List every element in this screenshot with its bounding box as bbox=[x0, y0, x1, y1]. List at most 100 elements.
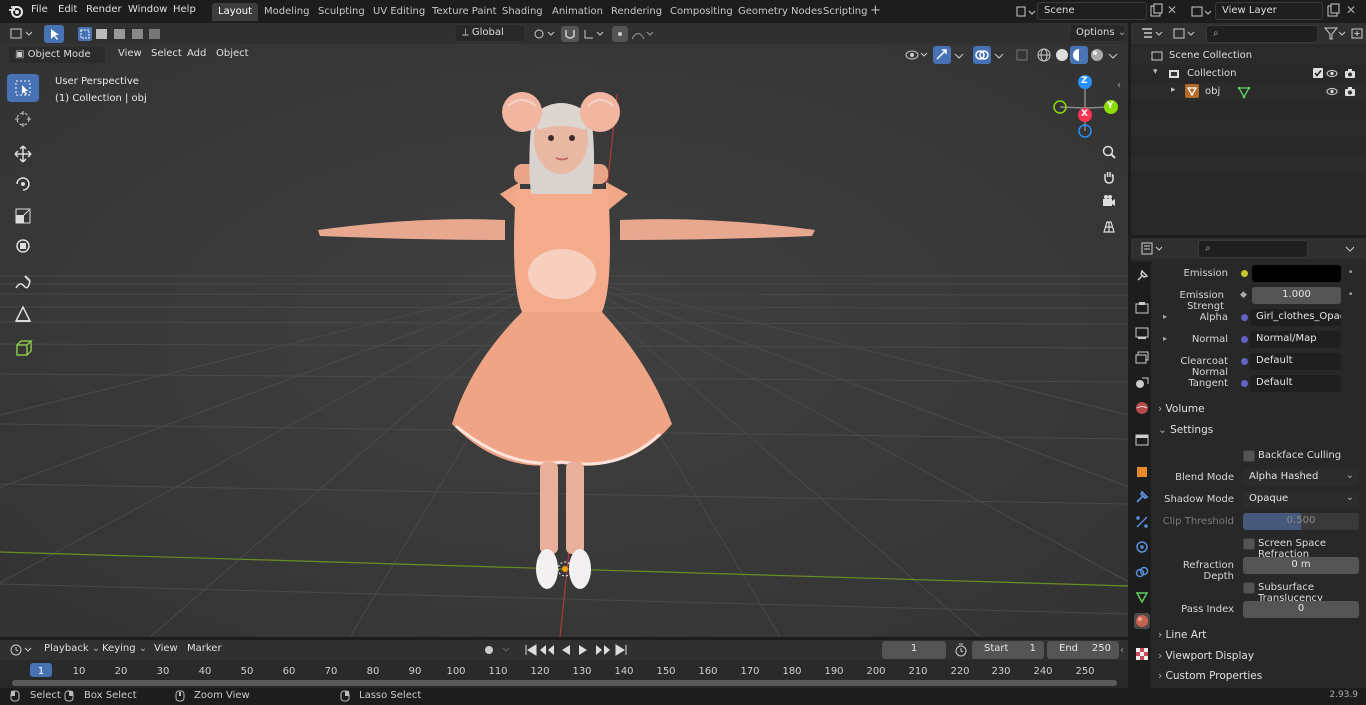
snap-toggle-icon[interactable] bbox=[561, 26, 579, 42]
tab-texture-icon[interactable] bbox=[1134, 646, 1150, 662]
annotate-tool-icon[interactable] bbox=[7, 269, 39, 297]
gizmo-dropdown-icon[interactable] bbox=[952, 46, 966, 64]
add-cube-tool-icon[interactable] bbox=[7, 335, 39, 363]
settings-section-header[interactable]: ⌄ Settings bbox=[1152, 421, 1364, 441]
tab-data-icon[interactable] bbox=[1134, 589, 1150, 605]
emission-color-swatch[interactable] bbox=[1252, 265, 1341, 282]
outliner-editor-type-icon[interactable] bbox=[1139, 25, 1165, 42]
projection-toggle-icon[interactable] bbox=[1097, 216, 1121, 238]
3d-viewport[interactable] bbox=[0, 44, 1128, 637]
backface-culling-checkbox[interactable] bbox=[1243, 450, 1255, 462]
collection-expand-icon[interactable]: ▾ bbox=[1153, 67, 1158, 77]
blend-mode-dropdown[interactable]: Alpha Hashed ⌄ bbox=[1243, 469, 1359, 486]
delete-scene-icon[interactable]: ✕ bbox=[1167, 3, 1181, 19]
gizmo-toggle-icon[interactable] bbox=[933, 46, 951, 64]
tab-shading[interactable]: Shading bbox=[496, 3, 549, 21]
tab-sculpting[interactable]: Sculpting bbox=[312, 3, 371, 21]
selection-mode-icons[interactable] bbox=[76, 25, 164, 43]
timeline-scrollbar[interactable] bbox=[12, 680, 1117, 686]
tweak-tool-icon[interactable] bbox=[7, 74, 39, 102]
blender-logo-icon[interactable] bbox=[8, 4, 24, 19]
cursor-tool-icon[interactable] bbox=[7, 105, 39, 133]
timeline-menu-keying[interactable]: Keying ⌄ bbox=[96, 641, 153, 659]
tab-object-icon[interactable] bbox=[1134, 464, 1150, 480]
tab-particles-icon[interactable] bbox=[1134, 514, 1150, 530]
tab-physics-icon[interactable] bbox=[1134, 539, 1150, 555]
tab-layout[interactable]: Layout bbox=[212, 3, 258, 21]
viewport-menu-object[interactable]: Object bbox=[210, 46, 255, 64]
tab-scripting[interactable]: Scripting bbox=[817, 3, 873, 21]
properties-search-input[interactable]: ⌕ bbox=[1198, 240, 1308, 258]
measure-tool-icon[interactable] bbox=[7, 300, 39, 328]
viewport-menu-add[interactable]: Add bbox=[181, 46, 212, 64]
transform-orientation-dropdown[interactable]: ⟂ Global bbox=[455, 24, 525, 42]
pivot-point-icon[interactable] bbox=[530, 26, 558, 42]
properties-editor-type-icon[interactable] bbox=[1139, 240, 1165, 257]
rotate-tool-icon[interactable] bbox=[7, 170, 39, 198]
properties-options-dropdown-icon[interactable] bbox=[1341, 240, 1359, 257]
emission-strength-field[interactable]: 1.000 bbox=[1252, 287, 1341, 304]
sidebar-toggle-icon[interactable]: ‹ bbox=[1117, 80, 1121, 91]
zoom-icon[interactable] bbox=[1097, 141, 1121, 163]
timeline-editor-type-icon[interactable] bbox=[7, 641, 35, 659]
wireframe-shading-icon[interactable] bbox=[1035, 46, 1053, 64]
overlays-toggle-icon[interactable] bbox=[973, 46, 991, 64]
pan-hand-icon[interactable] bbox=[1097, 166, 1121, 188]
navigation-gizmo[interactable]: Z Y X bbox=[1048, 72, 1120, 140]
tab-constraints-icon[interactable] bbox=[1134, 564, 1150, 580]
tab-rendering[interactable]: Rendering bbox=[605, 3, 668, 21]
subsurface-translucency-checkbox[interactable] bbox=[1243, 582, 1255, 594]
obj-render-camera-icon[interactable] bbox=[1344, 86, 1356, 97]
scene-name-field[interactable]: Scene bbox=[1037, 2, 1147, 20]
view-layer-field[interactable]: View Layer bbox=[1215, 2, 1323, 20]
outliner-search-input[interactable]: ⌕ bbox=[1206, 25, 1318, 43]
rendered-shading-icon[interactable] bbox=[1088, 46, 1106, 64]
tangent-field[interactable]: Default bbox=[1250, 375, 1341, 392]
line-art-section-header[interactable]: › Line Art bbox=[1152, 626, 1364, 646]
options-dropdown[interactable]: Options ⌄ bbox=[1069, 24, 1126, 42]
filter-icon[interactable] bbox=[1322, 25, 1348, 42]
display-mode-icon[interactable] bbox=[1171, 25, 1197, 42]
normal-link-field[interactable]: Normal/Map bbox=[1250, 331, 1341, 348]
collection-render-camera-icon[interactable] bbox=[1344, 68, 1356, 79]
tab-view-layer-icon[interactable] bbox=[1134, 350, 1150, 366]
clearcoat-normal-field[interactable]: Default bbox=[1250, 353, 1341, 370]
custom-properties-section-header[interactable]: › Custom Properties bbox=[1152, 667, 1364, 687]
proportional-edit-icon[interactable] bbox=[612, 26, 628, 42]
overlays-dropdown-icon[interactable] bbox=[992, 46, 1006, 64]
mesh-data-icon[interactable] bbox=[1237, 85, 1251, 99]
timeline-menu-view[interactable]: View bbox=[148, 641, 184, 659]
volume-section-header[interactable]: › Volume bbox=[1152, 400, 1364, 420]
xray-toggle-icon[interactable] bbox=[1013, 46, 1031, 64]
obj-expand-icon[interactable]: ▸ bbox=[1171, 85, 1176, 95]
outliner-row-scene-collection[interactable]: Scene Collection bbox=[1131, 47, 1366, 65]
normal-expand-icon[interactable]: ▸ bbox=[1163, 334, 1167, 343]
tab-tool-icon[interactable] bbox=[1134, 268, 1150, 284]
new-view-layer-icon[interactable] bbox=[1325, 3, 1341, 19]
delete-view-layer-icon[interactable]: ✕ bbox=[1346, 3, 1360, 19]
timeline-sidebar-toggle-icon[interactable]: ‹ bbox=[1120, 645, 1124, 656]
tab-collection-icon[interactable] bbox=[1134, 432, 1150, 448]
proportional-falloff-icon[interactable] bbox=[630, 26, 656, 42]
tab-texture-paint[interactable]: Texture Paint bbox=[426, 3, 503, 21]
tab-material-icon[interactable] bbox=[1134, 613, 1150, 629]
tab-render-icon[interactable] bbox=[1134, 300, 1150, 316]
tab-modifiers-icon[interactable] bbox=[1134, 489, 1150, 505]
visibility-icon[interactable] bbox=[902, 46, 930, 64]
collection-visibility-eye-icon[interactable] bbox=[1326, 68, 1338, 79]
mode-dropdown[interactable]: ▣ Object Mode bbox=[8, 46, 106, 64]
obj-visibility-eye-icon[interactable] bbox=[1326, 86, 1338, 97]
select-tool-icon[interactable] bbox=[44, 25, 64, 43]
transform-tool-icon[interactable] bbox=[7, 232, 39, 260]
current-frame-field[interactable]: 1 bbox=[882, 641, 946, 659]
tab-modeling[interactable]: Modeling bbox=[258, 3, 316, 21]
preview-range-clock-icon[interactable] bbox=[953, 642, 969, 658]
material-preview-shading-icon[interactable] bbox=[1070, 46, 1088, 64]
auto-keying-icon[interactable] bbox=[481, 642, 515, 658]
viewport-menu-view[interactable]: View bbox=[112, 46, 148, 64]
menu-render[interactable]: Render bbox=[86, 4, 122, 15]
menu-file[interactable]: File bbox=[31, 4, 48, 15]
tab-geometry-nodes[interactable]: Geometry Nodes bbox=[732, 3, 828, 21]
outliner-row-obj[interactable]: ▸ obj bbox=[1131, 83, 1366, 101]
end-frame-field[interactable]: End 250 bbox=[1047, 641, 1119, 659]
